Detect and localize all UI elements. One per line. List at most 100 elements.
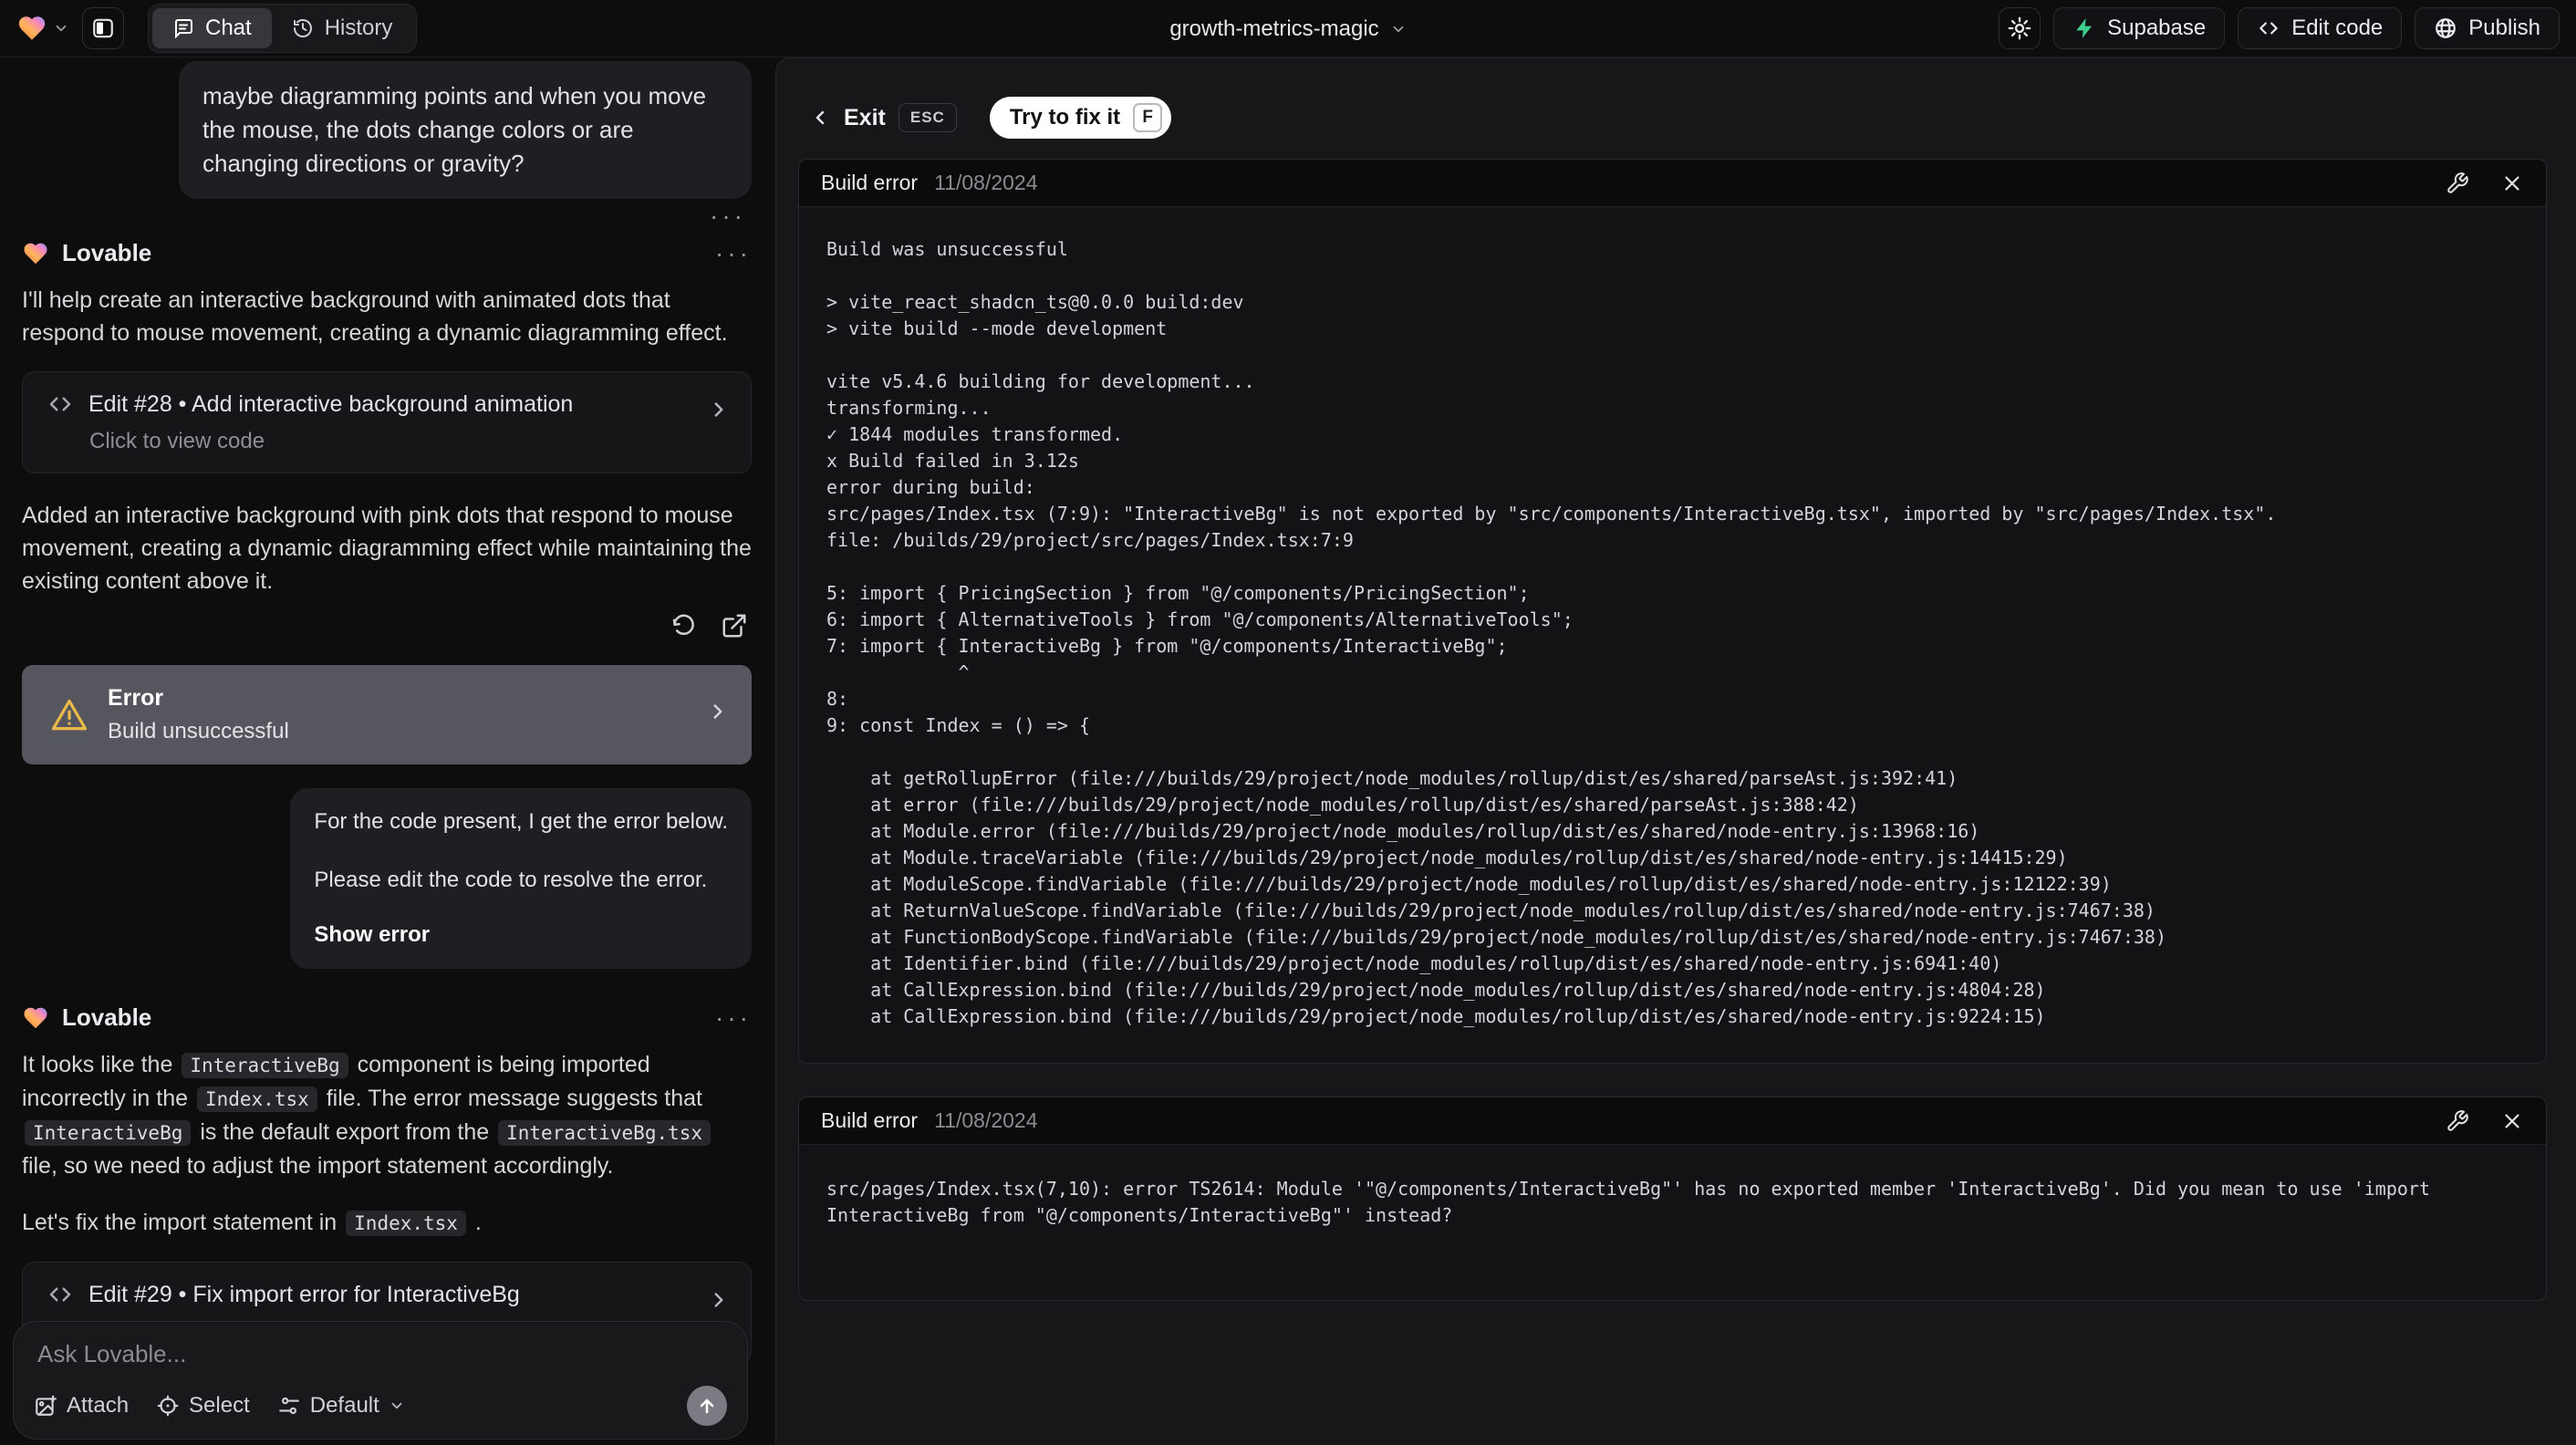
build-error-log-container[interactable]: Build was unsuccessful > vite_react_shad… [799,207,2546,1063]
build-error-title: Build error [821,1108,919,1132]
tab-chat[interactable]: Chat [152,8,272,48]
globe-icon [2434,16,2457,40]
code-brackets-icon [2257,16,2280,40]
project-chevron-down-icon [1390,21,1407,37]
build-error-title: Build error [821,171,919,194]
user-message: maybe diagramming points and when you mo… [179,61,752,199]
lovable-heart-icon [16,13,47,44]
assistant-more-button[interactable]: ··· [715,1004,752,1030]
warning-triangle-icon [49,695,89,735]
edit-29-title: Edit #29 • Fix import error for Interact… [88,1281,520,1307]
error-card-title: Error [108,685,164,711]
attach-label: Attach [67,1393,130,1418]
preview-overlay: Exit ESC Try to fix it F Build error 11/… [775,57,2576,1445]
build-error-panel-2-header: Build error 11/08/2024 [799,1097,2546,1145]
attach-button[interactable]: Attach [34,1393,129,1419]
panel-left-icon [91,16,115,40]
supabase-button[interactable]: Supabase [2053,7,2226,49]
assistant-message-rich: It looks like the InteractiveBg componen… [22,1048,752,1182]
select-label: Select [189,1393,250,1418]
chevron-right-icon [707,1288,731,1312]
edit-code-button[interactable]: Edit code [2238,7,2403,49]
error-card-subtitle: Build unsuccessful [108,719,289,743]
tab-history[interactable]: History [272,8,413,48]
gear-icon [2007,16,2032,41]
assistant-name: Lovable [62,1003,152,1031]
f-key-badge: F [1133,103,1163,132]
esc-key-badge: ESC [898,103,957,132]
user-message-text: For the code present, I get the error be… [314,809,728,834]
build-error-date: 11/08/2024 [934,171,1038,194]
assistant-header: Lovable ··· [22,1003,752,1032]
user-message-text: maybe diagramming points and when you mo… [203,82,707,177]
assistant-more-button[interactable]: ··· [715,240,752,265]
assistant-header: Lovable ··· [22,239,752,267]
wrench-icon[interactable] [2446,172,2469,195]
build-error-log-container[interactable]: src/pages/Index.tsx(7,10): error TS2614:… [799,1145,2546,1300]
message-more-button[interactable]: ··· [710,203,746,229]
arrow-up-icon [696,1395,718,1417]
lovable-heart-icon [22,240,49,267]
supabase-bolt-icon [2072,16,2096,40]
open-preview-icon[interactable] [721,612,748,639]
mode-label: Default [309,1393,379,1418]
chevron-down-icon [389,1398,405,1414]
image-plus-icon [34,1394,57,1418]
chevron-down-icon [53,20,69,36]
publish-label: Publish [2468,16,2540,40]
user-message: For the code present, I get the error be… [290,788,752,969]
sliders-icon [277,1394,301,1418]
preview-header: Exit ESC Try to fix it F [776,58,2576,159]
history-clock-icon [292,17,314,39]
edit-code-label: Edit code [2291,16,2384,40]
retry-icon[interactable] [670,612,697,639]
send-button[interactable] [687,1386,727,1426]
build-error-panel-1: Build error 11/08/2024 Build was unsucce… [798,159,2547,1064]
chat-input[interactable]: Ask Lovable... Attach Select Default [13,1321,748,1440]
build-error-card[interactable]: Error Build unsuccessful [22,665,752,764]
publish-button[interactable]: Publish [2415,7,2560,49]
select-button[interactable]: Select [156,1393,250,1419]
exit-button[interactable]: Exit ESC [809,103,957,132]
wrench-icon[interactable] [2446,1109,2469,1133]
code-brackets-icon [47,1281,74,1308]
build-error-log: src/pages/Index.tsx(7,10): error TS2614:… [826,1178,2442,1226]
settings-button[interactable] [1999,7,2041,49]
close-icon[interactable] [2500,172,2524,195]
assistant-message: I'll help create an interactive backgrou… [22,287,728,346]
project-name[interactable]: growth-metrics-magic [1169,16,1378,42]
edit-28-card[interactable]: Edit #28 • Add interactive background an… [22,371,752,473]
build-error-log: Build was unsuccessful > vite_react_shad… [826,238,2277,1027]
code-brackets-icon [47,390,74,418]
edit-28-title: Edit #28 • Add interactive background an… [88,390,574,417]
assistant-message: Added an interactive background with pin… [22,503,752,594]
lovable-heart-icon [22,1004,49,1032]
tab-chat-label: Chat [205,16,252,40]
mode-dropdown[interactable]: Default [277,1393,405,1419]
sidebar-toggle-button[interactable] [82,7,124,49]
show-error-link[interactable]: Show error [314,920,430,951]
lovable-logo-menu[interactable] [16,13,69,44]
user-message-text: Please edit the code to resolve the erro… [314,868,708,892]
chevron-right-icon [706,700,730,723]
edit-28-subtitle: Click to view code [89,429,265,453]
chat-panel: maybe diagramming points and when you mo… [0,57,774,1445]
try-to-fix-button[interactable]: Try to fix it F [989,97,1172,139]
top-bar: Chat History growth-metrics-magic Supaba… [0,0,2576,57]
crosshair-icon [156,1394,180,1418]
try-to-fix-label: Try to fix it [1009,105,1121,130]
supabase-label: Supabase [2107,16,2207,40]
chevron-left-icon [809,107,831,129]
build-error-panel-1-header: Build error 11/08/2024 [799,160,2546,207]
chat-input-placeholder: Ask Lovable... [37,1340,187,1367]
close-icon[interactable] [2500,1109,2524,1133]
chat-bubble-icon [172,17,194,39]
build-error-panel-2: Build error 11/08/2024 src/pages/Index.t… [798,1097,2547,1301]
build-error-date: 11/08/2024 [934,1108,1038,1132]
chevron-right-icon [707,398,731,421]
exit-label: Exit [844,104,886,130]
tab-history-label: History [324,16,393,40]
chat-history-tabs: Chat History [148,4,418,53]
assistant-name: Lovable [62,239,152,266]
assistant-message-rich: Let's fix the import statement in Index.… [22,1210,482,1236]
